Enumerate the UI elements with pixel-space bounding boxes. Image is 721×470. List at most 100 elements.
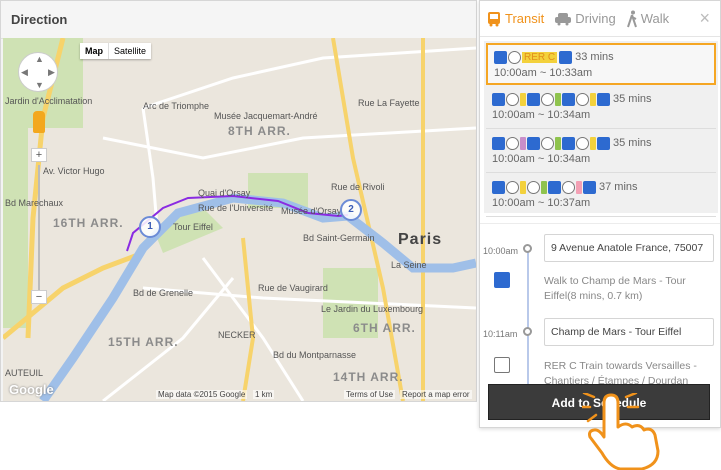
car-icon — [555, 12, 572, 25]
train-icon — [576, 92, 589, 106]
tab-driving[interactable]: Driving — [554, 11, 616, 26]
map-data-credit: Map data ©2015 Google — [156, 390, 248, 399]
route-time: 10:00am ~ 10:33am — [494, 67, 593, 79]
walk-icon — [527, 136, 540, 150]
map-label-auteuil: AUTEUIL — [5, 368, 44, 378]
route-option-3[interactable]: 35 mins 10:00am ~ 10:34am — [486, 131, 716, 173]
train-icon — [506, 180, 519, 194]
train-icon — [541, 136, 554, 150]
map-label-arr6: 6TH ARR. — [353, 321, 416, 335]
walk-icon — [626, 10, 637, 27]
map-label-lafayette: Rue La Fayette — [358, 98, 420, 108]
walk-icon — [597, 136, 610, 150]
train-icon — [508, 50, 521, 64]
walk-icon — [527, 92, 540, 106]
pan-up-icon[interactable]: ▲ — [35, 54, 44, 64]
pan-control[interactable]: ▲ ▼ ◀ ▶ — [18, 52, 58, 92]
route-icons: 37 mins — [492, 179, 710, 195]
tab-transit[interactable]: Transit — [486, 11, 544, 27]
route-duration: 33 mins — [575, 51, 614, 63]
route-option-2[interactable]: 35 mins 10:00am ~ 10:34am — [486, 87, 716, 129]
walk-icon — [562, 136, 575, 150]
route-duration: 37 mins — [599, 181, 638, 193]
map-label-arr16: 16TH ARR. — [53, 216, 124, 230]
walk-icon — [548, 180, 561, 194]
timeline-line — [527, 250, 529, 400]
line-badge — [520, 92, 526, 106]
tab-walk-label: Walk — [640, 11, 670, 26]
route-marker-1[interactable]: 1 — [139, 216, 161, 238]
street-view-pegman-icon[interactable] — [33, 111, 45, 133]
map-label-orsay: Musée d'Orsay — [281, 206, 342, 216]
map-view[interactable]: Map Satellite ▲ ▼ ◀ ▶ + − Jardin d'Accli… — [3, 38, 476, 401]
map-label-eiffel: Tour Eiffel — [173, 222, 213, 232]
route-duration: 35 mins — [613, 93, 652, 105]
train-icon — [506, 136, 519, 150]
line-badge — [520, 136, 526, 150]
map-label-jardin: Jardin d'Acclimatation — [5, 96, 93, 106]
walk-icon — [562, 92, 575, 106]
map-label-paris: Paris — [398, 231, 443, 248]
map-label-seine: La Seine — [391, 260, 427, 270]
direction-title: Direction — [1, 1, 476, 39]
close-icon[interactable]: × — [699, 8, 710, 29]
tab-transit-label: Transit — [505, 11, 545, 26]
map-type-satellite[interactable]: Satellite — [109, 43, 151, 59]
timeline-dot — [523, 327, 532, 336]
route-marker-2[interactable]: 2 — [340, 199, 362, 221]
map-label-arr14: 14TH ARR. — [333, 370, 404, 384]
route-time: 10:00am ~ 10:34am — [492, 109, 591, 121]
map-label-luxembourg: Le Jardin du Luxembourg — [321, 304, 424, 314]
route-option-1[interactable]: RER C 33 mins 10:00am ~ 10:33am — [486, 43, 716, 85]
bus-icon — [488, 11, 500, 26]
walk-icon — [583, 180, 596, 194]
travel-mode-tabs: Transit Driving Walk × — [480, 1, 720, 37]
map-label-victor-hugo: Av. Victor Hugo — [43, 166, 105, 176]
rer-line-badge: RER C — [522, 51, 558, 63]
route-panel: Transit Driving Walk × RER C 33 mins 10:… — [479, 0, 721, 428]
zoom-in-button[interactable]: + — [31, 148, 47, 162]
map-label-rivoli: Rue de Rivoli — [331, 182, 385, 192]
route-duration: 35 mins — [613, 137, 652, 149]
route-steps: 10:00am 9 Avenue Anatole France, 75007 W… — [480, 223, 720, 400]
route-option-4[interactable]: 37 mins 10:00am ~ 10:37am — [486, 175, 716, 217]
map-label-quai: Quai d'Orsay — [198, 188, 251, 198]
tab-walk[interactable]: Walk — [626, 10, 669, 28]
walk-icon — [494, 272, 510, 288]
train-icon — [576, 136, 589, 150]
map-type-toggle[interactable]: Map Satellite — [80, 43, 152, 59]
line-badge — [590, 136, 596, 150]
map-scale: 1 km — [253, 390, 275, 399]
train-icon — [541, 92, 554, 106]
route-time: 10:00am ~ 10:34am — [492, 153, 591, 165]
step-description: Walk to Champ de Mars - Tour Eiffel(8 mi… — [544, 275, 686, 302]
walk-icon — [492, 180, 505, 194]
map-footer: Map data ©2015 Google 1 km Terms of Use … — [3, 389, 476, 401]
map-label-saint-germain: Bd Saint-Germain — [303, 233, 375, 243]
line-badge — [555, 92, 561, 106]
train-icon — [562, 180, 575, 194]
route-icons: RER C 33 mins — [494, 49, 708, 65]
walk-icon — [597, 92, 610, 106]
map-label-arc: Arc de Triomphe — [143, 101, 210, 111]
walk-icon — [559, 50, 573, 64]
pan-left-icon[interactable]: ◀ — [21, 67, 28, 78]
line-badge — [520, 180, 526, 194]
pan-right-icon[interactable]: ▶ — [48, 67, 55, 78]
report-error-link[interactable]: Report a map error — [400, 390, 472, 399]
zoom-out-button[interactable]: − — [31, 290, 47, 304]
map-label-vaugirard: Rue de Vaugirard — [258, 283, 328, 293]
map-type-map[interactable]: Map — [80, 43, 109, 59]
terms-link[interactable]: Terms of Use — [344, 390, 396, 399]
pan-down-icon[interactable]: ▼ — [35, 80, 44, 90]
map-label-arr15: 15TH ARR. — [108, 335, 179, 349]
map-label-montparnasse: Bd du Montparnasse — [273, 350, 357, 360]
route-time: 10:00am ~ 10:37am — [492, 197, 591, 209]
hand-pointer-icon — [582, 393, 660, 470]
zoom-slider-track[interactable] — [38, 165, 40, 295]
train-icon — [527, 180, 540, 194]
train-icon — [494, 357, 510, 373]
map-label-grenelle: Bd de Grenelle — [133, 288, 194, 298]
route-icons: 35 mins — [492, 135, 710, 151]
walk-icon — [492, 136, 505, 150]
